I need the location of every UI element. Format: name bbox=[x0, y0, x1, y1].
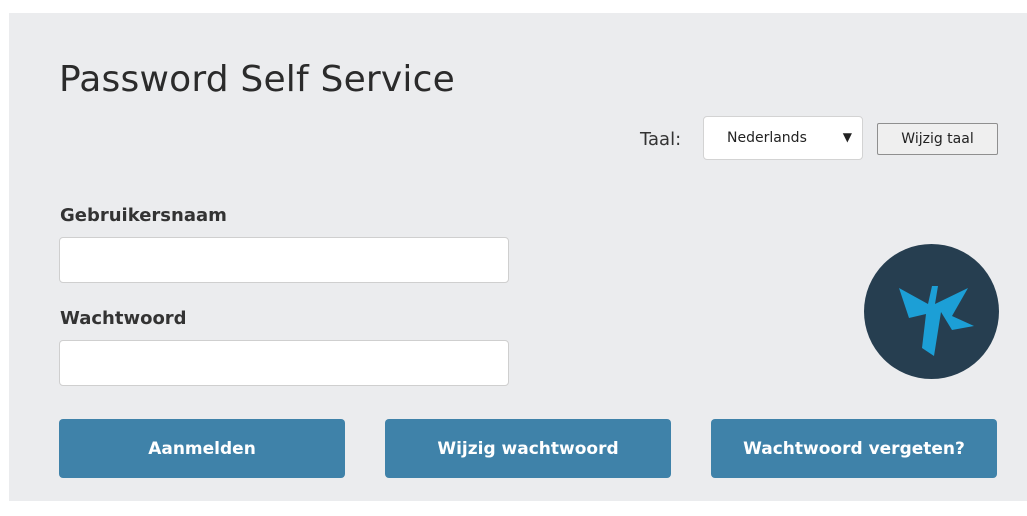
change-password-button[interactable]: Wijzig wachtwoord bbox=[385, 419, 671, 478]
change-language-button[interactable]: Wijzig taal bbox=[877, 123, 998, 155]
login-button[interactable]: Aanmelden bbox=[59, 419, 345, 478]
username-input[interactable] bbox=[59, 237, 509, 283]
password-label: Wachtwoord bbox=[60, 308, 187, 329]
page-title: Password Self Service bbox=[59, 59, 455, 100]
language-select-value: Nederlands bbox=[727, 130, 807, 146]
language-label: Taal: bbox=[640, 129, 682, 150]
logo-mark bbox=[899, 286, 974, 356]
caret-down-icon: ▼ bbox=[842, 130, 852, 144]
forgot-password-button[interactable]: Wachtwoord vergeten? bbox=[711, 419, 997, 478]
username-label: Gebruikersnaam bbox=[60, 205, 227, 226]
pss-logo-icon bbox=[864, 244, 999, 379]
password-input[interactable] bbox=[59, 340, 509, 386]
login-panel: Password Self Service Taal: Nederlands ▼… bbox=[9, 13, 1027, 501]
language-select[interactable]: Nederlands ▼ bbox=[703, 116, 863, 160]
